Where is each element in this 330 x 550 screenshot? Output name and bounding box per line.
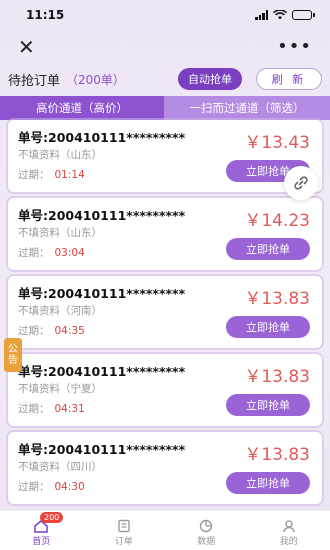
order-card: 单号:200410111********* 不填资料（四川） 过期： 04:30 … [8,432,322,504]
order-card: 单号:200410111********* 不填资料（宁夏） 过期： 04:31 … [8,354,322,426]
title-row: 待抢订单 （200单） 自动抢单 刷 新 [0,64,330,94]
notice-tab[interactable]: 公 告 [4,338,22,372]
expire-label: 过期： [18,325,50,337]
grab-order-button[interactable]: 立即抢单 [226,472,310,494]
order-icon [118,519,130,533]
signal-icon [255,10,268,20]
order-expire: 过期： 04:31 [18,401,85,416]
notice-label-bottom: 告 [8,355,18,366]
status-bar: 11:15 [0,0,330,30]
nav-data-label: 数据 [197,537,216,547]
expire-label: 过期： [18,247,50,259]
order-card: 单号:200410111********* 不填资料（山东） 过期： 03:04 … [8,198,322,270]
expire-label: 过期： [18,403,50,415]
order-region: 不填资料（宁夏） [18,383,102,395]
grab-order-button[interactable]: 立即抢单 [226,316,310,338]
nav-home[interactable]: 200 首页 [0,511,83,550]
order-region: 不填资料（四川） [18,461,102,473]
order-number: 单号:200410111********* [18,442,186,457]
expire-time: 04:31 [54,403,85,415]
order-expire: 过期： 01:14 [18,167,85,182]
order-price: ￥13.83 [244,445,310,465]
status-time: 11:15 [26,8,65,22]
expire-time: 04:30 [54,481,85,493]
order-price: ￥13.83 [244,367,310,387]
order-number: 单号:200410111********* [18,208,186,223]
nav-bar: ✕ ••• [0,30,330,64]
notice-label-top: 公 [8,343,18,355]
battery-icon [292,10,315,20]
wifi-icon [273,10,287,20]
tab-high-price[interactable]: 高价通道（高价） [0,96,164,120]
channel-tabs: 高价通道（高价） 一扫而过通道（筛选） [0,96,330,120]
close-icon[interactable]: ✕ [18,37,35,57]
expire-time: 04:35 [54,325,85,337]
profile-icon [283,520,295,533]
order-expire: 过期： 04:35 [18,323,85,338]
page-title: 待抢订单 [8,73,61,89]
order-price: ￥13.43 [244,133,310,153]
order-number: 单号:200410111********* [18,130,186,145]
order-expire: 过期： 04:30 [18,479,85,494]
order-price: ￥13.83 [244,289,310,309]
data-icon [200,519,213,533]
order-card: 单号:200410111********* 不填资料（山东） 过期： 01:14 … [8,120,322,192]
bottom-nav: 200 首页 订单 数据 我的 [0,510,330,550]
expire-time: 01:14 [54,169,85,181]
nav-orders-label: 订单 [114,537,133,547]
expire-label: 过期： [18,169,50,181]
tab-quick-scan[interactable]: 一扫而过通道（筛选） [164,96,330,120]
share-link-button[interactable] [284,166,318,200]
link-icon [294,176,308,190]
order-card: 单号:200410111********* 不填资料（河南） 过期： 04:35 … [8,276,322,348]
expire-time: 03:04 [54,247,85,259]
order-region: 不填资料（山东） [18,149,102,161]
nav-data[interactable]: 数据 [165,511,248,550]
order-number: 单号:200410111********* [18,364,186,379]
home-badge: 200 [40,512,64,523]
expire-label: 过期： [18,481,50,493]
auto-grab-button[interactable]: 自动抢单 [178,68,242,90]
status-icons [255,10,315,20]
order-number: 单号:200410111********* [18,286,186,301]
nav-profile-label: 我的 [279,537,298,547]
nav-orders[interactable]: 订单 [83,511,166,550]
nav-profile[interactable]: 我的 [248,511,330,550]
grab-order-button[interactable]: 立即抢单 [226,238,310,260]
order-region: 不填资料（山东） [18,227,102,239]
refresh-button[interactable]: 刷 新 [256,68,322,90]
nav-home-label: 首页 [32,537,51,547]
more-icon[interactable]: ••• [277,38,312,56]
order-count: （200单） [66,72,125,87]
order-expire: 过期： 03:04 [18,245,85,260]
order-region: 不填资料（河南） [18,305,102,317]
order-price: ￥14.23 [244,211,310,231]
grab-order-button[interactable]: 立即抢单 [226,394,310,416]
